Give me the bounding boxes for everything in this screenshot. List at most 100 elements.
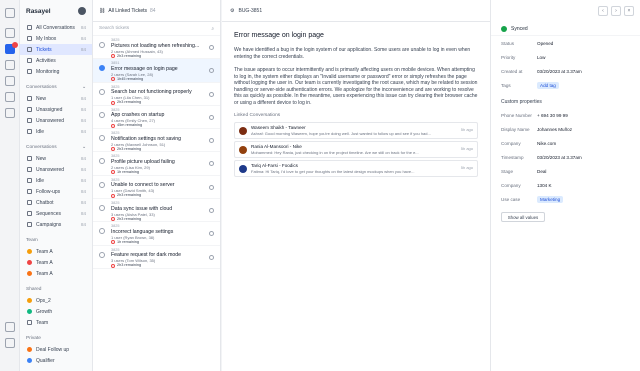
ticket-row[interactable]: 3825 Search bar not functioning properly 1… [93,83,220,106]
sidebar-item-my-inbox[interactable]: My Inbox 84 [20,33,92,44]
property-value[interactable]: Low [537,55,545,60]
timer-icon [111,54,115,58]
property-value[interactable]: 03/20/2023 at 3.37am [537,69,582,74]
ticket-description[interactable]: We have identified a bug in the login sy… [234,47,478,60]
conversation-preview: Mohammed: Hey Rania, just checking in on… [251,150,419,155]
reports-icon[interactable] [5,60,15,70]
chevron-up-icon[interactable]: ‹ [598,6,608,16]
property-value[interactable]: 03/20/2023 at 3.37am [537,155,582,160]
property-key: Phone Number [501,112,532,118]
settings-icon[interactable] [5,108,15,118]
chevron-down-icon[interactable]: › [611,6,621,16]
sidebar-item-shared[interactable]: Ops_2 [20,295,92,306]
linked-conversation[interactable]: Waseem Shaikh - Tawneer Ashraf: Good morn… [234,122,478,139]
sidebar-item-label: Team A [36,259,53,266]
sidebar-item-shared[interactable]: Growth [20,306,92,317]
ticket-row[interactable]: 3825 Profile picture upload failing 2 user… [93,152,220,176]
sidebar-item-label: Ops_2 [36,297,51,304]
ticket-row[interactable]: 3825 Data sync issue with cloud 3 users (A… [93,199,220,223]
home-icon[interactable] [5,8,15,18]
team-emoji-icon [27,260,32,265]
search-icon[interactable]: ⌕ [211,26,214,32]
select-checkbox[interactable] [209,114,214,120]
close-icon[interactable]: × [624,6,634,16]
sidebar-item-all-conversations[interactable]: All Conversations 84 [20,22,92,33]
property-value[interactable]: Marketing [537,195,564,203]
property-value[interactable]: Add tag [537,81,559,89]
sidebar-item-activities[interactable]: Activities [20,55,92,66]
calendar-icon[interactable] [5,76,15,86]
select-checkbox[interactable] [209,208,214,214]
show-all-values-button[interactable]: Show all values [501,212,545,222]
sidebar-item-sequences[interactable]: Sequences 84 [20,208,92,219]
sidebar-item-idle[interactable]: Idle 84 [20,126,92,137]
search-input[interactable]: Search tickets ⌕ [93,22,220,36]
select-checkbox[interactable] [209,45,214,50]
sidebar-item-unassigned[interactable]: Unassigned 84 [20,104,92,115]
sidebar-item-tickets[interactable]: Tickets 84 [20,44,92,55]
select-checkbox[interactable] [209,91,214,97]
select-checkbox[interactable] [209,138,214,144]
sla-remaining: 2h3 remaining [117,193,142,198]
property-key: Company [501,182,521,188]
chart-icon[interactable] [5,92,15,102]
sidebar-item-label: New [36,155,47,162]
gear-icon[interactable] [5,338,15,348]
sidebar-item-follow-ups[interactable]: Follow-ups 84 [20,186,92,197]
sidebar-item-unanswered[interactable]: Unanswered 84 [20,115,92,126]
property-row: Use case Marketing [491,192,640,206]
section-title: Conversations [26,84,57,90]
sidebar-item-chatbot[interactable]: Chatbot 84 [20,197,92,208]
ticket-row[interactable]: 3825 Incorrect language settings 1 user (R… [93,222,220,246]
property-value[interactable]: + 694 30 99 99 [537,113,568,118]
help-icon[interactable] [5,322,15,332]
ticket-row[interactable]: 3851 Error message on login page 2 users (… [93,59,220,83]
sidebar-item-campaigns[interactable]: Campaigns 84 [20,219,92,230]
section-header[interactable]: Conversations ⌄ [20,141,92,153]
ticket-row[interactable]: 3825 Feature request for dark mode 3 users… [93,246,220,269]
property-value[interactable]: Opened [537,41,553,46]
sidebar-item-new[interactable]: New 84 [20,153,92,164]
ticket-row[interactable]: 3825 App crashes on startup 4 users (Emily… [93,106,220,130]
ticket-title[interactable]: Error message on login page [234,32,478,39]
sidebar-item-private[interactable]: Qualifier [20,355,92,366]
sidebar-item-monitoring[interactable]: Monitoring [20,66,92,77]
sidebar-item-private[interactable]: Deal Follow up [20,344,92,355]
linked-conversation[interactable]: Tariq Al-Farsi - Foodics Fatima: Hi Tariq… [234,160,478,177]
chevron-down-icon: ⌄ [81,144,86,150]
sidebar-item-new[interactable]: New 84 [20,93,92,104]
sla-remaining: 2h3 remaining [117,53,142,58]
clock-icon [27,178,32,183]
select-checkbox[interactable] [209,68,214,74]
sidebar-item-idle[interactable]: Idle 84 [20,175,92,186]
avatar[interactable] [78,7,86,15]
property-value[interactable]: 1304 K [537,183,552,188]
select-checkbox[interactable] [209,161,214,167]
sla-timer: 1h45 remaining [111,77,206,82]
section-header[interactable]: Shared [20,283,92,295]
section-header[interactable]: Team [20,234,92,246]
sidebar-item-team[interactable]: Team A [20,257,92,268]
contacts-icon[interactable] [5,28,15,38]
sidebar-item-unanswered[interactable]: Unanswered 84 [20,164,92,175]
sidebar-item-team[interactable]: Team A [20,268,92,279]
conversation-time: 5h ago [460,146,473,151]
select-checkbox[interactable] [209,184,214,190]
ticket-row[interactable]: 3825 Notification settings not saving 2 us… [93,129,220,153]
section-header[interactable]: Private [20,332,92,344]
megaphone-icon [27,222,32,227]
ticket-description[interactable]: The issue appears to occur intermittentl… [234,67,478,106]
ticket-row[interactable]: 3825 Unable to connect to server 1 user (D… [93,176,220,200]
ticket-row[interactable]: 3825 Pictures not loading when refreshing… [93,36,220,60]
property-value[interactable]: Johannes Muñoz [537,127,572,132]
sidebar-item-shared[interactable]: Team [20,317,92,328]
linked-conversation[interactable]: Rania Al-Mansoori - Nike Mohammed: Hey Ra… [234,141,478,158]
section-header[interactable]: Conversations ⌄ [20,81,92,93]
ticket-status-icon [99,111,105,118]
sidebar-item-team[interactable]: Team A [20,246,92,257]
select-checkbox[interactable] [209,231,214,237]
select-checkbox[interactable] [209,254,214,260]
count: 84 [80,107,86,112]
property-value[interactable]: Deal [537,169,546,174]
property-value[interactable]: Nike.com [537,141,556,146]
